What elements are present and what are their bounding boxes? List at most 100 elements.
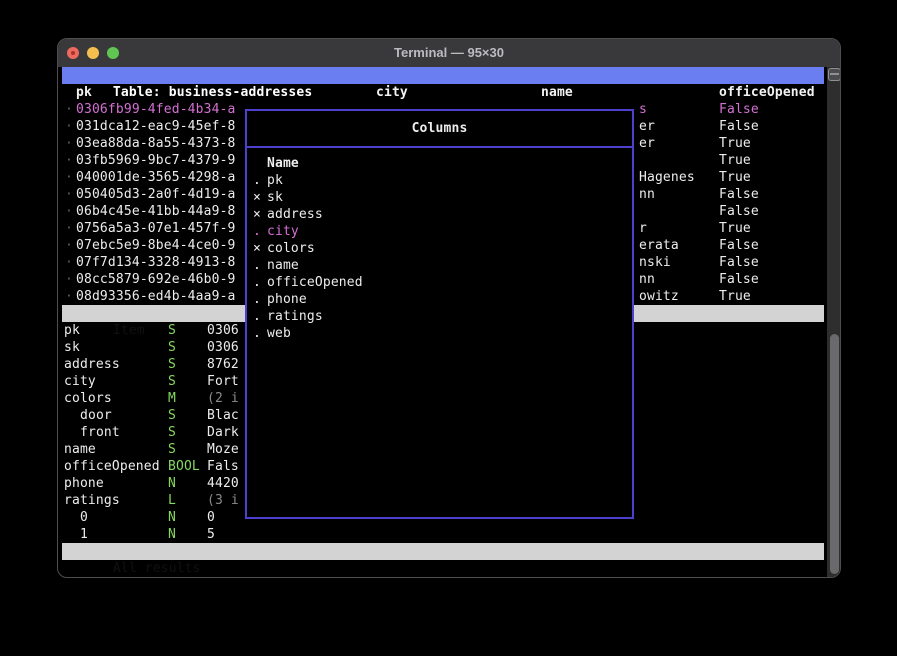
- cell-name-fragment: Hagenes: [639, 169, 695, 186]
- columns-list-item[interactable]: × sk: [247, 189, 632, 206]
- column-toggle-marker: .: [253, 291, 261, 308]
- cell-name-fragment: nski: [639, 254, 671, 271]
- column-header-name: name: [541, 84, 573, 101]
- cell-name-fragment: r: [639, 220, 647, 237]
- cell-name-fragment: nn: [639, 186, 655, 203]
- field-name: front: [80, 424, 120, 441]
- columns-list-header: Name: [247, 155, 632, 172]
- field-type: BOOL: [168, 458, 200, 475]
- column-toggle-marker: ×: [253, 240, 261, 257]
- field-name: ratings: [64, 492, 120, 509]
- field-value: 0306: [207, 322, 239, 339]
- column-header-pk: pk: [76, 84, 92, 101]
- field-type: S: [168, 424, 176, 441]
- field-name: colors: [64, 390, 112, 407]
- columns-list-item[interactable]: . ratings: [247, 308, 632, 325]
- field-name: 1: [80, 526, 88, 543]
- split-pane-button[interactable]: [828, 68, 841, 81]
- field-type: M: [168, 390, 176, 407]
- field-type: N: [168, 475, 176, 492]
- row-bullet-icon: ·: [65, 203, 73, 220]
- cell-name-fragment: s: [639, 101, 647, 118]
- field-name: name: [64, 441, 96, 458]
- cell-office-opened: False: [719, 237, 759, 254]
- field-value: Blac: [207, 407, 239, 424]
- field-type: S: [168, 322, 176, 339]
- row-bullet-icon: ·: [65, 186, 73, 203]
- cell-pk: 0756a5a3-07e1-457f-9: [76, 220, 236, 237]
- columns-list-header-label: Name: [267, 155, 299, 172]
- cell-pk: 07f7d134-3328-4913-8: [76, 254, 236, 271]
- cell-pk: 050405d3-2a0f-4d19-a: [76, 186, 236, 203]
- field-value: Moze: [207, 441, 239, 458]
- field-type: N: [168, 526, 176, 543]
- column-name: colors: [267, 240, 315, 257]
- column-toggle-marker: .: [253, 257, 261, 274]
- column-name: city: [267, 223, 299, 240]
- cell-pk: 031dca12-eac9-45ef-8: [76, 118, 236, 135]
- row-bullet-icon: ·: [65, 152, 73, 169]
- columns-list-item[interactable]: . pk: [247, 172, 632, 189]
- row-bullet-icon: ·: [65, 169, 73, 186]
- cell-office-opened: False: [719, 118, 759, 135]
- cell-name-fragment: er: [639, 118, 655, 135]
- cell-pk: 07ebc5e9-8be4-4ce0-9: [76, 237, 236, 254]
- column-toggle-marker: .: [253, 274, 261, 291]
- field-name: address: [64, 356, 120, 373]
- column-name: phone: [267, 291, 307, 308]
- columns-list-item[interactable]: . officeOpened: [247, 274, 632, 291]
- field-type: S: [168, 373, 176, 390]
- column-toggle-marker: ×: [253, 206, 261, 223]
- field-type: S: [168, 339, 176, 356]
- field-type: L: [168, 492, 176, 509]
- field-value: (3 i: [207, 492, 239, 509]
- row-bullet-icon: ·: [65, 101, 73, 118]
- cell-office-opened: True: [719, 169, 751, 186]
- terminal-window: Terminal — 95×30 Table: business-address…: [57, 38, 841, 578]
- columns-list-item[interactable]: . web: [247, 325, 632, 342]
- cell-office-opened: True: [719, 288, 751, 305]
- cell-pk: 0306fb99-4fed-4b34-a: [76, 101, 236, 118]
- column-toggle-marker: .: [253, 308, 261, 325]
- columns-list-item[interactable]: . city: [247, 223, 632, 240]
- columns-dialog-title: Columns: [247, 111, 632, 148]
- cell-pk: 06b4c45e-41bb-44a9-8: [76, 203, 236, 220]
- column-toggle-marker: ×: [253, 189, 261, 206]
- row-bullet-icon: ·: [65, 288, 73, 305]
- field-value: 5: [207, 526, 215, 543]
- row-bullet-icon: ·: [65, 118, 73, 135]
- field-name: officeOpened: [64, 458, 160, 475]
- columns-list: . pk × sk × address . city × colors . na…: [247, 172, 632, 342]
- column-name: ratings: [267, 308, 323, 325]
- field-type: S: [168, 441, 176, 458]
- row-bullet-icon: ·: [65, 220, 73, 237]
- column-header-officeopened: officeOpened: [719, 84, 815, 101]
- columns-list-item[interactable]: . phone: [247, 291, 632, 308]
- item-field-row[interactable]: 1 N 5: [62, 526, 824, 543]
- field-type: S: [168, 356, 176, 373]
- row-bullet-icon: ·: [65, 254, 73, 271]
- scrollbar[interactable]: [827, 67, 841, 578]
- columns-list-item[interactable]: × colors: [247, 240, 632, 257]
- cell-office-opened: False: [719, 254, 759, 271]
- cell-office-opened: True: [719, 220, 751, 237]
- cell-pk: 040001de-3565-4298-a: [76, 169, 236, 186]
- titlebar[interactable]: Terminal — 95×30: [58, 39, 840, 67]
- column-toggle-marker: .: [253, 172, 261, 189]
- column-name: pk: [267, 172, 283, 189]
- scrollbar-thumb[interactable]: [830, 334, 839, 574]
- cell-name-fragment: owitz: [639, 288, 679, 305]
- cell-office-opened: True: [719, 135, 751, 152]
- cell-office-opened: False: [719, 271, 759, 288]
- cell-office-opened: False: [719, 101, 759, 118]
- field-value: Fals: [207, 458, 239, 475]
- row-bullet-icon: ·: [65, 271, 73, 288]
- field-type: S: [168, 407, 176, 424]
- cell-pk: 08d93356-ed4b-4aa9-a: [76, 288, 236, 305]
- field-value: Dark: [207, 424, 239, 441]
- cell-pk: 08cc5879-692e-46b0-9: [76, 271, 236, 288]
- column-header-city: city: [376, 84, 408, 101]
- columns-list-item[interactable]: . name: [247, 257, 632, 274]
- column-toggle-marker: .: [253, 223, 261, 240]
- columns-list-item[interactable]: × address: [247, 206, 632, 223]
